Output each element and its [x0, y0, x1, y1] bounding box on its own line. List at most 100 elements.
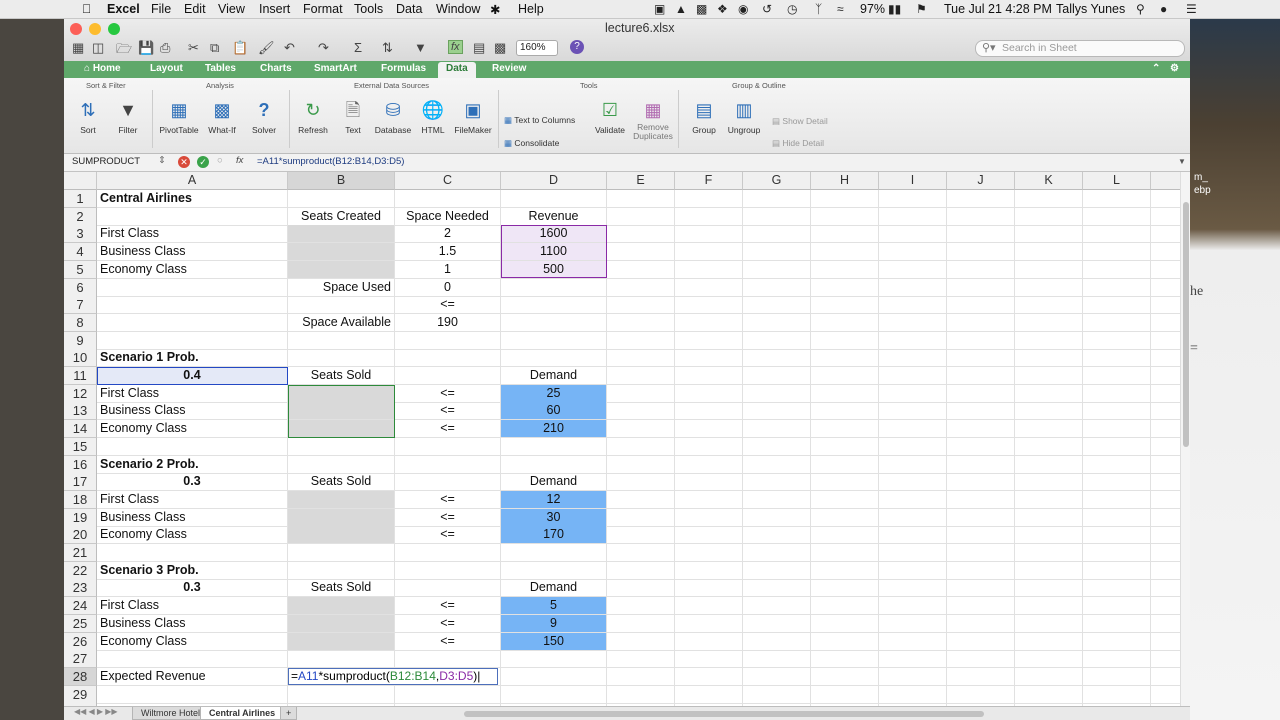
cell-m12[interactable]	[1151, 385, 1180, 403]
row-header-12[interactable]: 12	[64, 384, 97, 403]
cell-b22[interactable]	[288, 561, 395, 580]
cell-i12[interactable]	[879, 384, 947, 403]
menu-help[interactable]: Help	[518, 2, 544, 16]
cell-e21[interactable]	[607, 544, 675, 562]
cell-f4[interactable]	[675, 243, 743, 262]
menu-format[interactable]: Format	[303, 2, 343, 16]
cell-a4[interactable]: Business Class	[97, 243, 288, 262]
cell-d9[interactable]	[501, 331, 607, 350]
cell-l5[interactable]	[1083, 260, 1151, 279]
column-header-a[interactable]: A	[97, 172, 288, 190]
row-header-9[interactable]: 9	[64, 331, 97, 350]
cell-m25[interactable]	[1151, 615, 1180, 633]
tab-layout[interactable]: Layout	[150, 63, 183, 74]
cell-f16[interactable]	[675, 455, 743, 474]
cell-l28[interactable]	[1083, 667, 1151, 686]
cell-j6[interactable]	[947, 278, 1015, 297]
cell-b15[interactable]	[288, 437, 395, 456]
cell-l8[interactable]	[1083, 313, 1151, 332]
cell-g6[interactable]	[743, 278, 811, 297]
cell-k16[interactable]	[1015, 455, 1083, 474]
cell-j1[interactable]	[947, 190, 1015, 208]
display-icon[interactable]: ▩	[696, 2, 707, 16]
cell-a10[interactable]: Scenario 1 Prob.	[97, 349, 288, 368]
cell-b24[interactable]	[288, 597, 395, 616]
cell-d25[interactable]: 9	[501, 614, 607, 633]
cell-k24[interactable]	[1015, 597, 1083, 616]
cell-k25[interactable]	[1015, 614, 1083, 633]
cell-h7[interactable]	[811, 296, 879, 315]
cell-l9[interactable]	[1083, 331, 1151, 350]
cell-l19[interactable]	[1083, 508, 1151, 527]
cell-g21[interactable]	[743, 544, 811, 562]
menu-tools[interactable]: Tools	[354, 2, 383, 16]
pivottable-button[interactable]: ▦ PivotTable	[155, 93, 203, 135]
cell-f9[interactable]	[675, 331, 743, 350]
cell-k10[interactable]	[1015, 349, 1083, 368]
whatif-button[interactable]: ▩ What-If	[198, 93, 246, 135]
cell-g18[interactable]	[743, 490, 811, 509]
cell-a14[interactable]: Economy Class	[97, 420, 288, 439]
cell-b17[interactable]: Seats Sold	[288, 473, 395, 492]
cell-d15[interactable]	[501, 437, 607, 456]
cell-h20[interactable]	[811, 526, 879, 545]
new-from-template-icon[interactable]: ▦	[72, 40, 84, 56]
cell-i19[interactable]	[879, 508, 947, 527]
cell-k22[interactable]	[1015, 561, 1083, 580]
cell-d14[interactable]: 210	[501, 420, 607, 439]
cell-m17[interactable]	[1151, 473, 1180, 492]
cell-a26[interactable]: Economy Class	[97, 632, 288, 651]
cell-b8[interactable]: Space Available	[288, 313, 395, 332]
cell-e19[interactable]	[607, 508, 675, 527]
cell-a18[interactable]: First Class	[97, 490, 288, 509]
cell-e8[interactable]	[607, 313, 675, 332]
cell-c20[interactable]: <=	[395, 526, 501, 545]
cell-f18[interactable]	[675, 490, 743, 509]
row-header-2[interactable]: 2	[64, 207, 97, 226]
cell-g2[interactable]	[743, 207, 811, 226]
cell-f17[interactable]	[675, 473, 743, 492]
row-header-8[interactable]: 8	[64, 313, 97, 332]
cell-e29[interactable]	[607, 685, 675, 704]
cell-e27[interactable]	[607, 650, 675, 669]
cell-f11[interactable]	[675, 367, 743, 385]
menu-window[interactable]: Window	[436, 2, 480, 16]
cell-i10[interactable]	[879, 349, 947, 368]
cell-f13[interactable]	[675, 402, 743, 421]
cell-e17[interactable]	[607, 473, 675, 492]
cell-a12[interactable]: First Class	[97, 384, 288, 403]
cell-j22[interactable]	[947, 561, 1015, 580]
cell-f24[interactable]	[675, 597, 743, 616]
cell-g28[interactable]	[743, 667, 811, 686]
media-icon[interactable]: ◉	[738, 2, 748, 16]
cell-e12[interactable]	[607, 384, 675, 403]
cell-h14[interactable]	[811, 420, 879, 439]
cell-l22[interactable]	[1083, 561, 1151, 580]
cell-a13[interactable]: Business Class	[97, 402, 288, 421]
row-header-26[interactable]: 26	[64, 632, 97, 651]
sort-toolbar-icon[interactable]: ⇅	[382, 40, 393, 56]
enter-formula-icon[interactable]: ✓	[197, 156, 209, 168]
paste-icon[interactable]: 📋	[232, 40, 248, 56]
cell-a21[interactable]	[97, 544, 288, 562]
cell-m22[interactable]	[1151, 562, 1180, 580]
cell-m15[interactable]	[1151, 438, 1180, 456]
cell-k15[interactable]	[1015, 437, 1083, 456]
cell-h9[interactable]	[811, 331, 879, 350]
row-header-11[interactable]: 11	[64, 367, 97, 385]
cell-m10[interactable]	[1151, 349, 1180, 368]
cell-i6[interactable]	[879, 278, 947, 297]
cell-d26[interactable]: 150	[501, 632, 607, 651]
cell-l2[interactable]	[1083, 207, 1151, 226]
show-detail-button[interactable]: ▤ Show Detail	[772, 116, 828, 127]
print-icon[interactable]: ⎙	[160, 40, 170, 56]
remove-duplicates-button[interactable]: ▦ Remove Duplicates	[629, 93, 677, 141]
cell-a16[interactable]: Scenario 2 Prob.	[97, 455, 288, 474]
cell-d28[interactable]	[501, 667, 607, 686]
vertical-scroll-thumb[interactable]	[1183, 202, 1189, 447]
format-painter-icon[interactable]: 🖌	[258, 40, 275, 56]
cell-l12[interactable]	[1083, 384, 1151, 403]
cell-a20[interactable]: Economy Class	[97, 526, 288, 545]
row-header-14[interactable]: 14	[64, 420, 97, 439]
menu-insert[interactable]: Insert	[259, 2, 290, 16]
